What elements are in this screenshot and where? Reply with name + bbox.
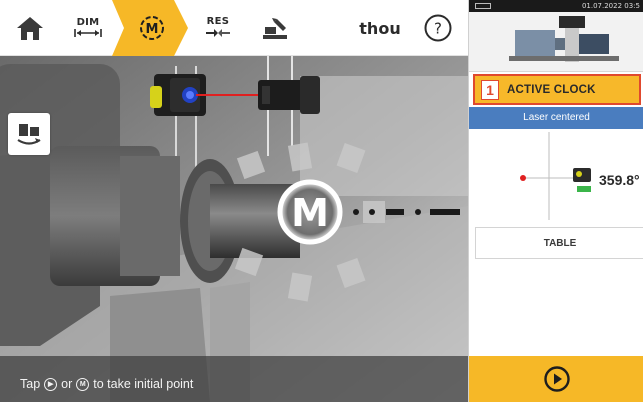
units-label: thou [359, 18, 401, 38]
machine-3d-view[interactable]: M [0, 56, 468, 402]
home-icon [17, 17, 43, 40]
play-circle-icon: ▶ [44, 377, 58, 391]
m-marker-label: M [291, 191, 329, 235]
top-toolbar: DIM M RES thou ? [0, 0, 468, 56]
machine-edit-button[interactable] [250, 0, 300, 56]
system-time: 01.07.2022 03:5 [581, 2, 640, 10]
results-button[interactable]: RES [194, 0, 242, 56]
battery-icon [475, 3, 491, 9]
alignment-app: DIM M RES thou ? M Tap ▶ or M to take in… [0, 0, 643, 402]
help-icon: ? [424, 14, 452, 42]
machine-thumbnail[interactable] [469, 12, 643, 72]
help-button[interactable]: ? [418, 0, 458, 56]
table-button[interactable]: TABLE [475, 227, 643, 259]
laser-head [258, 76, 320, 114]
start-measurement-button[interactable] [469, 356, 643, 402]
laser-status-bar: Laser centered [469, 107, 643, 129]
results-icon [206, 29, 230, 37]
svg-text:M: M [146, 22, 159, 37]
clock-number: 1 [481, 79, 499, 100]
clock-label: ACTIVE CLOCK [507, 83, 596, 96]
home-button[interactable] [10, 0, 50, 56]
res-label: RES [206, 16, 230, 27]
machine-rotate-icon [17, 124, 41, 145]
m-circle-icon: M [76, 377, 90, 391]
dimensions-button[interactable]: DIM [64, 0, 112, 56]
instruction-text: Tap ▶ or M to take initial point [20, 377, 193, 391]
play-icon [543, 366, 570, 392]
dimension-arrows-icon [74, 29, 102, 37]
machine-edit-icon [263, 18, 287, 39]
measure-button[interactable]: M [112, 0, 188, 56]
measure-m-icon: M [112, 0, 188, 56]
active-clock-item[interactable]: 1 ACTIVE CLOCK [473, 74, 641, 105]
instruction-mid: or [61, 377, 73, 391]
dim-label: DIM [76, 17, 100, 28]
units-button[interactable]: thou [354, 0, 406, 56]
system-status-bar: 01.07.2022 03:5 [469, 0, 643, 12]
sensor-icon [573, 168, 591, 192]
instruction-pre: Tap [20, 377, 41, 391]
machine-scene: M [0, 56, 468, 402]
clock-angle-value: 359.8° [599, 172, 640, 188]
svg-text:?: ? [434, 20, 442, 38]
machine-thumbnail-icon [509, 16, 619, 62]
instruction-post: to take initial point [93, 377, 194, 391]
right-panel: 01.07.2022 03:5 1 ACTIVE CLOCK Laser cen… [468, 0, 643, 402]
view-rotate-button[interactable] [8, 113, 50, 155]
